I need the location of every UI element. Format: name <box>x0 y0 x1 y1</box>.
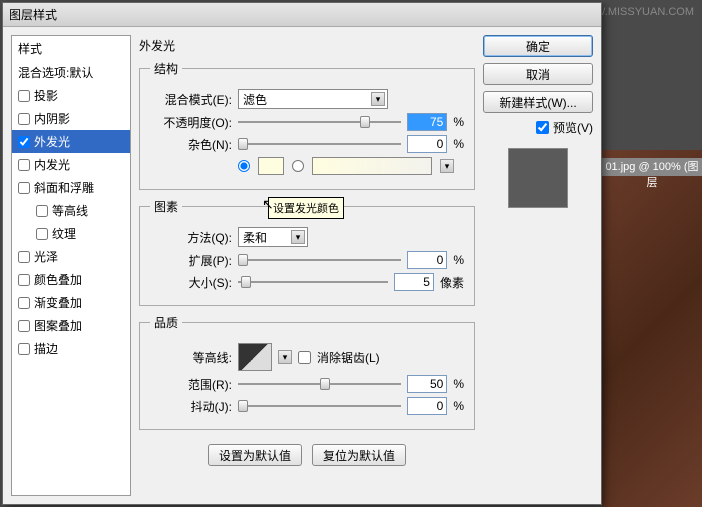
spread-slider[interactable] <box>238 251 401 269</box>
sidebar-checkbox-9[interactable] <box>18 297 30 309</box>
sidebar-item-label: 内阴影 <box>34 110 70 127</box>
size-label: 大小(S): <box>150 274 232 291</box>
effect-title: 外发光 <box>139 35 475 56</box>
sidebar-item-4[interactable]: 斜面和浮雕 <box>12 176 130 199</box>
jitter-slider[interactable] <box>238 397 401 415</box>
blend-mode-label: 混合模式(E): <box>150 91 232 108</box>
sidebar-item-6[interactable]: 纹理 <box>12 222 130 245</box>
preview-checkbox[interactable] <box>536 121 549 134</box>
jitter-input[interactable] <box>407 397 447 415</box>
sidebar-item-label: 颜色叠加 <box>34 271 82 288</box>
noise-slider[interactable] <box>238 135 401 153</box>
sidebar-item-label: 光泽 <box>34 248 58 265</box>
sidebar-item-3[interactable]: 内发光 <box>12 153 130 176</box>
new-style-button[interactable]: 新建样式(W)... <box>483 91 593 113</box>
range-input[interactable] <box>407 375 447 393</box>
chevron-down-icon <box>291 230 305 244</box>
sidebar-item-label: 投影 <box>34 87 58 104</box>
sidebar-item-9[interactable]: 渐变叠加 <box>12 291 130 314</box>
cancel-button[interactable]: 取消 <box>483 63 593 85</box>
sidebar-item-0[interactable]: 投影 <box>12 84 130 107</box>
size-slider[interactable] <box>238 273 388 291</box>
glow-gradient-bar[interactable] <box>312 157 432 175</box>
preview-swatch <box>508 148 568 208</box>
jitter-label: 抖动(J): <box>150 398 232 415</box>
range-label: 范围(R): <box>150 376 232 393</box>
sidebar-checkbox-0[interactable] <box>18 90 30 102</box>
sidebar-item-label: 纹理 <box>52 225 76 242</box>
sidebar-checkbox-11[interactable] <box>18 343 30 355</box>
sidebar-item-label: 外发光 <box>34 133 70 150</box>
right-panel: 确定 取消 新建样式(W)... 预览(V) <box>483 35 593 496</box>
sidebar-item-2[interactable]: 外发光 <box>12 130 130 153</box>
sidebar-checkbox-1[interactable] <box>18 113 30 125</box>
sidebar-checkbox-6[interactable] <box>36 228 48 240</box>
sidebar-checkbox-8[interactable] <box>18 274 30 286</box>
sidebar-item-label: 内发光 <box>34 156 70 173</box>
sidebar-item-label: 等高线 <box>52 202 88 219</box>
blend-mode-dropdown[interactable]: 滤色 <box>238 89 388 109</box>
noise-label: 杂色(N): <box>150 136 232 153</box>
sidebar-item-8[interactable]: 颜色叠加 <box>12 268 130 291</box>
sidebar-header-styles[interactable]: 样式 <box>12 36 130 61</box>
layer-style-dialog: 图层样式 样式 混合选项:默认 投影内阴影外发光内发光斜面和浮雕等高线纹理光泽颜… <box>2 2 602 505</box>
sidebar-item-label: 描边 <box>34 340 58 357</box>
sidebar-checkbox-5[interactable] <box>36 205 48 217</box>
opacity-input[interactable] <box>407 113 447 131</box>
contour-label: 等高线: <box>150 349 232 366</box>
sidebar-checkbox-3[interactable] <box>18 159 30 171</box>
sidebar-checkbox-10[interactable] <box>18 320 30 332</box>
opacity-slider[interactable] <box>238 113 401 131</box>
opacity-label: 不透明度(O): <box>150 114 232 131</box>
technique-label: 方法(Q): <box>150 229 232 246</box>
structure-group: 结构 混合模式(E): 滤色 不透明度(O): % 杂色(N): <box>139 60 475 190</box>
preview-label: 预览(V) <box>553 119 593 136</box>
antialias-checkbox[interactable] <box>298 351 311 364</box>
sidebar-blending-options[interactable]: 混合选项:默认 <box>12 61 130 84</box>
color-radio[interactable] <box>238 160 250 172</box>
gradient-dropdown-arrow[interactable] <box>440 159 454 173</box>
set-default-button[interactable]: 设置为默认值 <box>208 444 302 466</box>
reset-default-button[interactable]: 复位为默认值 <box>312 444 406 466</box>
main-panel: 外发光 结构 混合模式(E): 滤色 不透明度(O): % <box>139 35 475 496</box>
dialog-title: 图层样式 <box>9 6 595 23</box>
sidebar-checkbox-7[interactable] <box>18 251 30 263</box>
sidebar-item-label: 渐变叠加 <box>34 294 82 311</box>
elements-legend: 图素 <box>150 198 182 215</box>
styles-sidebar: 样式 混合选项:默认 投影内阴影外发光内发光斜面和浮雕等高线纹理光泽颜色叠加渐变… <box>11 35 131 496</box>
size-input[interactable] <box>394 273 434 291</box>
dialog-titlebar[interactable]: 图层样式 <box>3 3 601 27</box>
contour-dropdown-arrow[interactable] <box>278 350 292 364</box>
sidebar-checkbox-4[interactable] <box>18 182 30 194</box>
gradient-radio[interactable] <box>292 160 304 172</box>
noise-input[interactable] <box>407 135 447 153</box>
spread-input[interactable] <box>407 251 447 269</box>
sidebar-item-5[interactable]: 等高线 <box>12 199 130 222</box>
sidebar-item-10[interactable]: 图案叠加 <box>12 314 130 337</box>
contour-picker[interactable] <box>238 343 272 371</box>
sidebar-item-7[interactable]: 光泽 <box>12 245 130 268</box>
structure-legend: 结构 <box>150 60 182 77</box>
spread-label: 扩展(P): <box>150 252 232 269</box>
glow-color-swatch[interactable] <box>258 157 284 175</box>
sidebar-item-1[interactable]: 内阴影 <box>12 107 130 130</box>
sidebar-item-11[interactable]: 描边 <box>12 337 130 360</box>
quality-group: 品质 等高线: 消除锯齿(L) 范围(R): % 抖动(J): <box>139 314 475 430</box>
range-slider[interactable] <box>238 375 401 393</box>
color-swatch-tooltip: 设置发光颜色 <box>268 197 344 219</box>
sidebar-item-label: 图案叠加 <box>34 317 82 334</box>
antialias-label: 消除锯齿(L) <box>317 349 380 366</box>
sidebar-checkbox-2[interactable] <box>18 136 30 148</box>
ok-button[interactable]: 确定 <box>483 35 593 57</box>
technique-dropdown[interactable]: 柔和 <box>238 227 308 247</box>
sidebar-item-label: 斜面和浮雕 <box>34 179 94 196</box>
quality-legend: 品质 <box>150 314 182 331</box>
background-file-tab: 01.jpg @ 100% (图层 <box>602 158 702 176</box>
background-leather-image <box>602 150 702 507</box>
chevron-down-icon <box>371 92 385 106</box>
